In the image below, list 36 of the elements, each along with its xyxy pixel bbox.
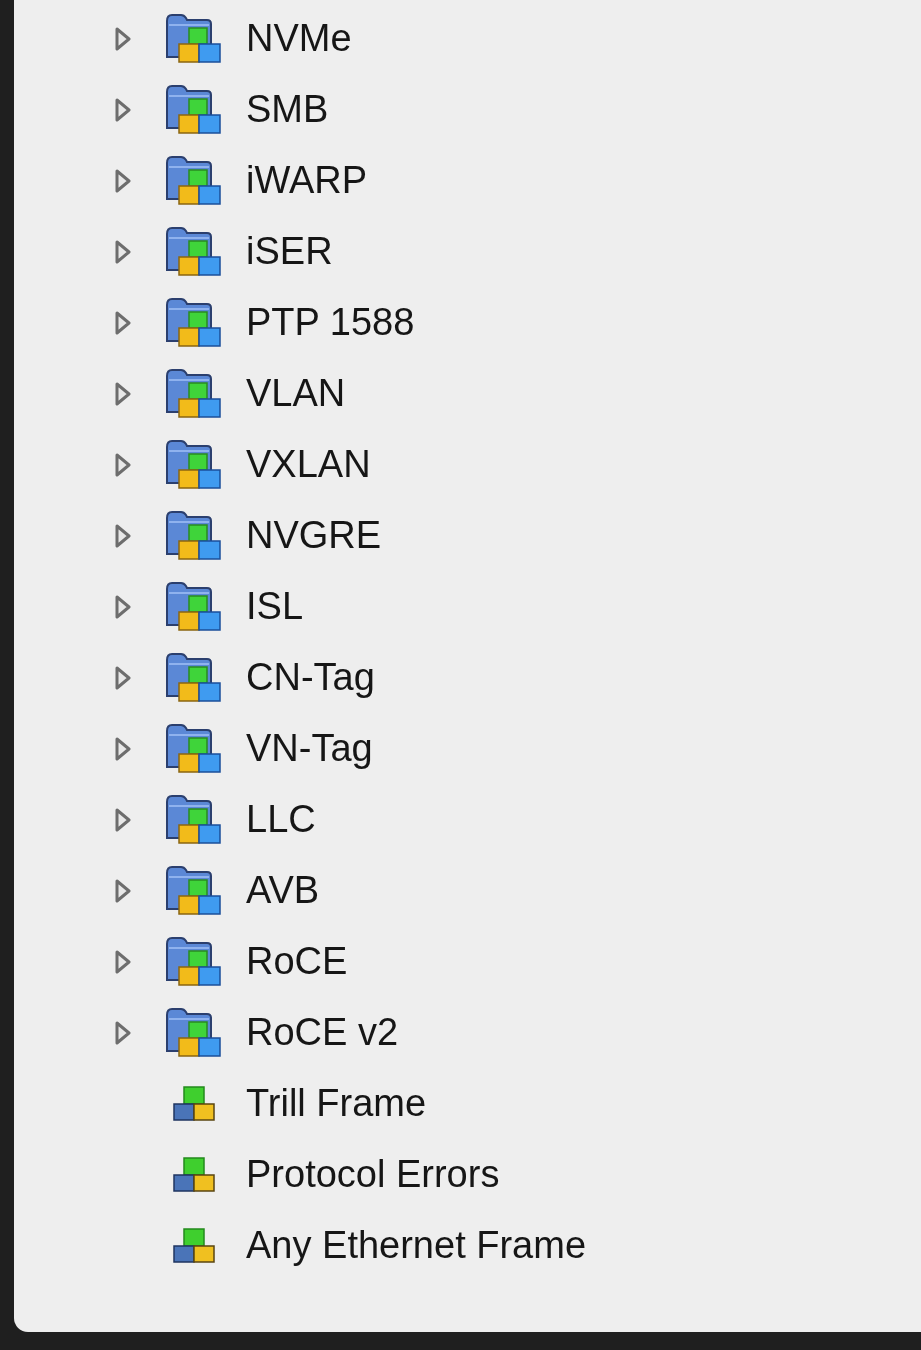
tree-node-label[interactable]: RoCE v2: [246, 1011, 921, 1054]
expand-arrow-icon[interactable]: [115, 310, 131, 335]
tree-node-label[interactable]: RoCE: [246, 940, 921, 983]
tree-node-label[interactable]: ISL: [246, 585, 921, 628]
expand-arrow-icon[interactable]: [115, 1020, 131, 1045]
expand-arrow-icon[interactable]: [115, 168, 131, 193]
expand-arrow-icon[interactable]: [115, 26, 131, 51]
tree-node-label[interactable]: VLAN: [246, 372, 921, 415]
tree-node-label[interactable]: Protocol Errors: [246, 1153, 921, 1196]
expand-arrow-icon[interactable]: [115, 665, 131, 690]
tree-node-label[interactable]: PTP 1588: [246, 301, 921, 344]
expand-arrow-icon[interactable]: [115, 523, 131, 548]
tree-node-label[interactable]: AVB: [246, 869, 921, 912]
blocks-icon: [173, 1085, 215, 1122]
tree-node-label[interactable]: NVGRE: [246, 514, 921, 557]
expand-arrow-icon[interactable]: [115, 949, 131, 974]
tree-node-label[interactable]: NVMe: [246, 17, 921, 60]
expand-arrow-icon[interactable]: [115, 452, 131, 477]
expand-arrow-icon[interactable]: [115, 736, 131, 761]
expand-arrow-icon[interactable]: [115, 807, 131, 832]
blocks-icon: [173, 1156, 215, 1193]
tree-node-label[interactable]: LLC: [246, 798, 921, 841]
tree-node-label[interactable]: VXLAN: [246, 443, 921, 486]
tree-node-label[interactable]: Any Ethernet Frame: [246, 1224, 921, 1267]
expand-arrow-icon[interactable]: [115, 594, 131, 619]
tree-node-label[interactable]: CN-Tag: [246, 656, 921, 699]
tree-node-label[interactable]: iWARP: [246, 159, 921, 202]
expand-arrow-icon[interactable]: [115, 97, 131, 122]
expand-arrow-icon[interactable]: [115, 381, 131, 406]
expand-arrow-icon[interactable]: [115, 878, 131, 903]
expand-arrow-icon[interactable]: [115, 239, 131, 264]
blocks-icon: [173, 1227, 215, 1264]
tree-node-label[interactable]: VN-Tag: [246, 727, 921, 770]
tree-node-label[interactable]: SMB: [246, 88, 921, 131]
tree-node-label[interactable]: Trill Frame: [246, 1082, 921, 1125]
tree-node-label[interactable]: iSER: [246, 230, 921, 273]
